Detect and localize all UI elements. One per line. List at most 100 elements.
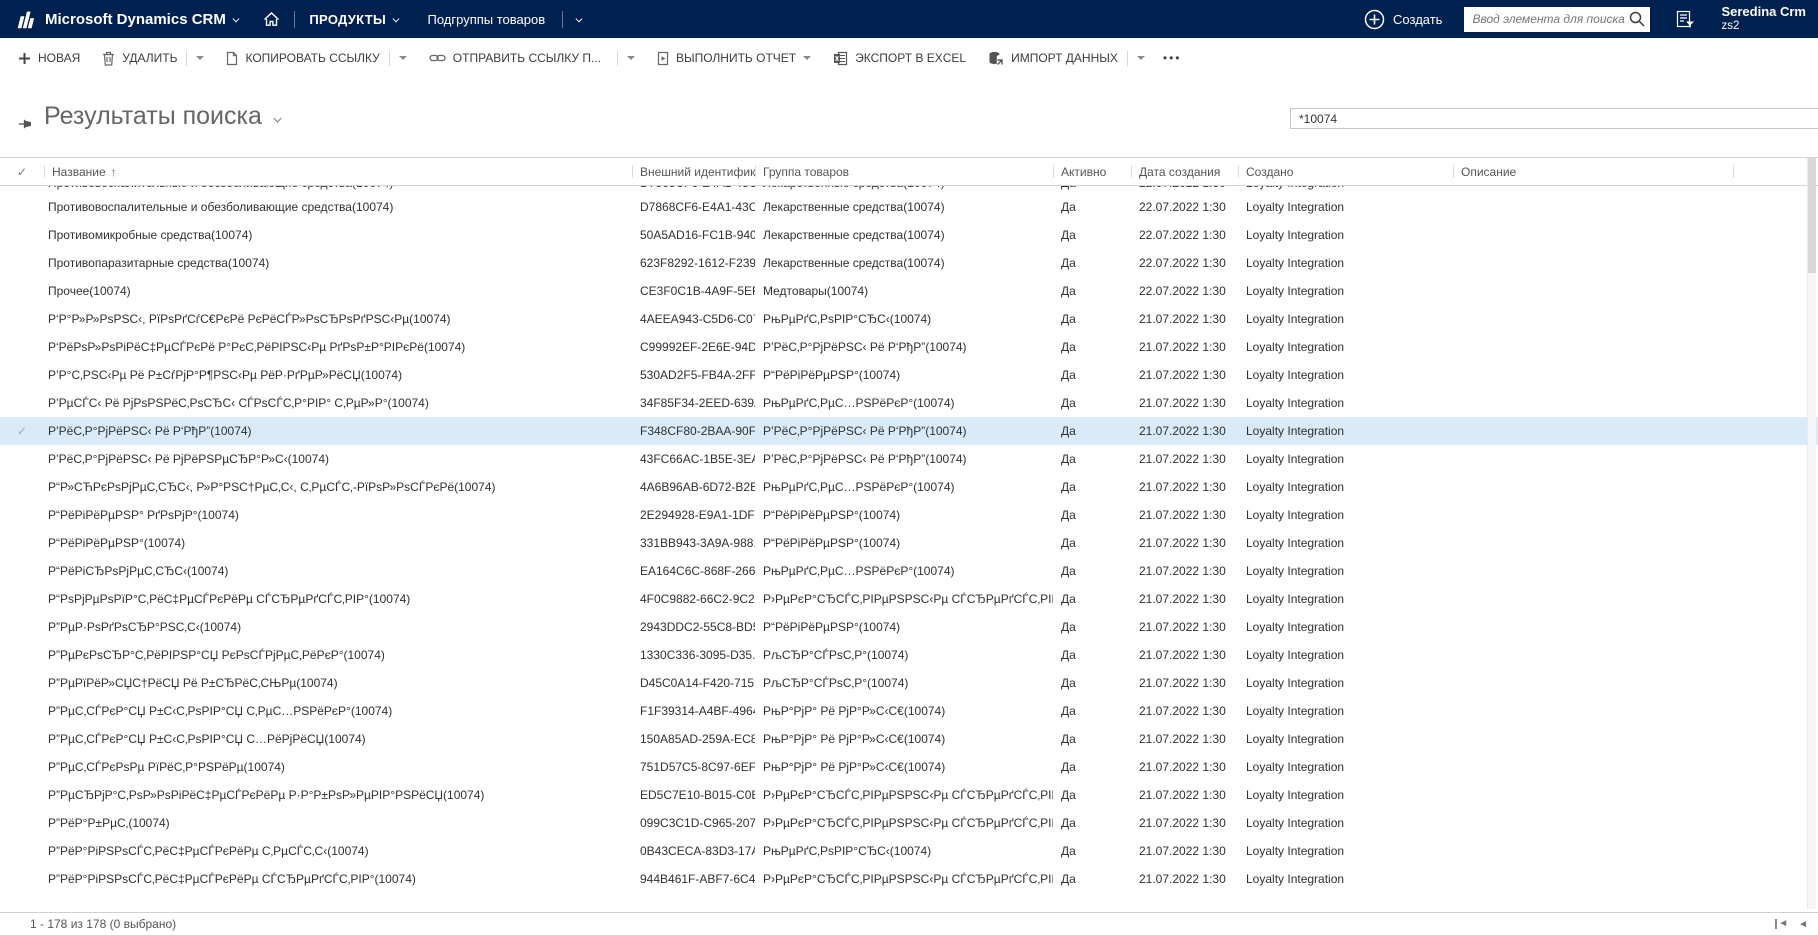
first-page-icon[interactable]: ◄	[1775, 919, 1788, 929]
table-row[interactable]: Р”РµРєРѕСЂР°С‚РёРІРЅР°СЏ РєРѕСЃРјРµС‚РёР…	[0, 641, 1818, 669]
table-row[interactable]: Р‘Р°Р»Р»РѕРЅС‹, РїРѕРґСѓС€РєРё РєРёСЃР»Р…	[0, 305, 1818, 333]
cell-active: Да	[1061, 396, 1076, 410]
copy-link-dropdown-caret[interactable]	[398, 56, 407, 60]
email-link-dropdown-caret[interactable]	[626, 56, 635, 60]
nav-breadcrumb-subgroups[interactable]: Подгруппы товаров	[428, 10, 583, 28]
table-row[interactable]: Р“РёРіРёРµРЅР°(10074) 331BB943-3A9A-988.…	[0, 529, 1818, 557]
table-row[interactable]: Р”РёР°Р±РµС‚(10074) 099C3C1D-C965-207...…	[0, 809, 1818, 837]
table-row[interactable]: Р”РµС‚СЃРєРѕРµ РїРёС‚Р°РЅРёРµ(10074) 751…	[0, 753, 1818, 781]
pin-icon[interactable]	[18, 117, 34, 131]
column-header-product-group[interactable]: Группа товаров	[755, 158, 1053, 185]
cell-product-group: РњР°РјР° Рё РјР°Р»С‹С€(10074)	[763, 732, 946, 746]
column-header-created-on[interactable]: Дата создания	[1131, 158, 1238, 185]
page-title: Результаты поиска	[44, 102, 262, 130]
breadcrumb-chevron-icon[interactable]	[575, 15, 583, 22]
table-row[interactable]: Р’Р°С‚РЅС‹Рµ Рё Р±СѓРјР°Р¶РЅС‹Рµ РёР·РґР…	[0, 361, 1818, 389]
export-excel-button[interactable]: ЭКСПОРТ В EXCEL	[833, 51, 966, 66]
search-icon[interactable]	[1628, 10, 1646, 28]
vertical-scrollbar[interactable]	[1807, 158, 1816, 909]
delete-button[interactable]: УДАЛИТЬ	[102, 51, 177, 66]
email-link-button[interactable]: ОТПРАВИТЬ ССЫЛКУ П...	[429, 51, 601, 65]
cell-name[interactable]: Р’РµСЃС‹ Рё РјРѕРЅРёС‚РѕСЂС‹ СЃРѕСЃС‚Р°Р…	[44, 396, 632, 410]
cell-name[interactable]: Р‘РёРѕР»РѕРіРёС‡РµСЃРєРё Р°РєС‚РёРІРЅС‹Р…	[44, 340, 632, 354]
run-report-button[interactable]: ВЫПОЛНИТЬ ОТЧЕТ	[657, 51, 812, 66]
view-selector[interactable]: Результаты поиска	[44, 102, 282, 131]
table-row[interactable]: Противовоспалительные и обезболивающие с…	[0, 193, 1818, 221]
export-excel-button-label: ЭКСПОРТ В EXCEL	[855, 51, 967, 65]
cell-created-by: Loyalty Integration	[1246, 480, 1345, 494]
table-row[interactable]: Р“Р»СЋРєРѕРјРµС‚СЂС‹, Р»Р°РЅС†РµС‚С‹, С‚…	[0, 473, 1818, 501]
cell-name[interactable]: Р”РёР°РіРЅРѕСЃС‚РёС‡РµСЃРєРёРµ СЃСЂРµРґС…	[44, 872, 632, 886]
table-row[interactable]: Прочее(10074) CE3F0C1B-4A9F-5EF8... Медт…	[0, 277, 1818, 305]
run-report-dropdown-caret[interactable]	[803, 56, 812, 60]
quick-filter-input[interactable]	[1290, 108, 1818, 129]
cell-created-on: 21.07.2022 1:30	[1139, 368, 1226, 382]
table-row[interactable]: Р”РёР°РіРЅРѕСЃС‚РёС‡РµСЃРєРёРµ С‚РµСЃС‚С…	[0, 837, 1818, 865]
cell-name[interactable]: Р“Р»СЋРєРѕРјРµС‚СЂС‹, Р»Р°РЅС†РµС‚С‹, С‚…	[44, 480, 632, 494]
cell-name[interactable]: Р”РµС‚СЃРєРѕРµ РїРёС‚Р°РЅРёРµ(10074)	[44, 760, 632, 774]
column-header-external-id[interactable]: Внешний идентифик...	[632, 158, 755, 185]
delete-dropdown-caret[interactable]	[196, 56, 205, 60]
cell-name[interactable]: Р”РёР°РіРЅРѕСЃС‚РёС‡РµСЃРєРёРµ С‚РµСЃС‚С…	[44, 844, 632, 858]
table-row[interactable]: Противовоспалительные и обезболивающие с…	[0, 186, 1818, 193]
cell-name[interactable]: Р‘Р°Р»Р»РѕРЅС‹, РїРѕРґСѓС€РєРё РєРёСЃР»Р…	[44, 312, 632, 326]
cell-name[interactable]: Р“РёРіСЂРѕРјРµС‚СЂС‹(10074)	[44, 564, 632, 578]
table-row[interactable]: Противомикробные средства(10074) 50A5AD1…	[0, 221, 1818, 249]
table-row[interactable]: Р”РµС‚СЃРєР°СЏ Р±С‹С‚РѕРІР°СЏ С…РёРјРёСЏ…	[0, 725, 1818, 753]
create-button[interactable]: Создать	[1364, 9, 1442, 30]
home-button[interactable]	[263, 11, 280, 27]
column-header-name[interactable]: Название ↑	[44, 158, 632, 185]
cell-product-group: Медтовары(10074)	[763, 284, 869, 298]
table-row[interactable]: Р’РёС‚Р°РјРёРЅС‹ Рё РјРёРЅРµСЂР°Р»С‹(100…	[0, 445, 1818, 473]
table-row[interactable]: Противопаразитарные средства(10074) 623F…	[0, 249, 1818, 277]
table-row[interactable]: Р“РёРіСЂРѕРјРµС‚СЂС‹(10074) EA164C6C-868…	[0, 557, 1818, 585]
user-menu[interactable]: Seredina Crm zs2	[1721, 4, 1806, 34]
cell-name[interactable]: Противовоспалительные и обезболивающие с…	[44, 186, 632, 190]
row-check[interactable]: ✓	[0, 424, 44, 438]
global-search-box[interactable]	[1464, 6, 1651, 32]
cell-name[interactable]: Противовоспалительные и обезболивающие с…	[44, 200, 632, 214]
nav-area-products[interactable]: ПРОДУКТЫ	[309, 12, 400, 27]
app-brand[interactable]: Microsoft Dynamics CRM	[14, 9, 240, 29]
cell-name[interactable]: Р“РёРіРёРµРЅР°(10074)	[44, 536, 632, 550]
cell-name[interactable]: Р“РѕРјРµРѕРїР°С‚РёС‡РµСЃРєРёРµ СЃСЂРµРґС…	[44, 592, 632, 606]
table-row[interactable]: Р”РёР°РіРЅРѕСЃС‚РёС‡РµСЃРєРёРµ СЃСЂРµРґС…	[0, 865, 1818, 893]
navbar-separator	[294, 10, 296, 28]
column-header-active[interactable]: Активно	[1053, 158, 1131, 185]
cell-name[interactable]: Противопаразитарные средства(10074)	[44, 256, 632, 270]
table-row[interactable]: Р“РѕРјРµРѕРїР°С‚РёС‡РµСЃРєРёРµ СЃСЂРµРґС…	[0, 585, 1818, 613]
table-row[interactable]: Р”РµСЂРјР°С‚РѕР»РѕРіРёС‡РµСЃРєРёРµ Р·Р°Р…	[0, 781, 1818, 809]
cell-name[interactable]: Р”РµС‚СЃРєР°СЏ Р±С‹С‚РѕРІР°СЏ С…РёРјРёСЏ…	[44, 732, 632, 746]
table-row[interactable]: Р“РёРіРёРµРЅР° РґРѕРјР°(10074) 2E294928-…	[0, 501, 1818, 529]
copy-link-button[interactable]: КОПИРОВАТЬ ССЫЛКУ	[226, 51, 380, 66]
previous-page-icon[interactable]: ◄	[1798, 919, 1808, 930]
cell-name[interactable]: Р”РµРєРѕСЂР°С‚РёРІРЅР°СЏ РєРѕСЃРјРµС‚РёР…	[44, 648, 632, 662]
cell-name[interactable]: Р”РёР°Р±РµС‚(10074)	[44, 816, 632, 830]
table-row[interactable]: Р”РµР·РѕРґРѕСЂР°РЅС‚С‹(10074) 2943DDC2-5…	[0, 613, 1818, 641]
cell-name[interactable]: Противомикробные средства(10074)	[44, 228, 632, 242]
table-row[interactable]: Р’РµСЃС‹ Рё РјРѕРЅРёС‚РѕСЂС‹ СЃРѕСЃС‚Р°Р…	[0, 389, 1818, 417]
cell-name[interactable]: Р“РёРіРёРµРЅР° РґРѕРјР°(10074)	[44, 508, 632, 522]
cell-name[interactable]: Прочее(10074)	[44, 284, 632, 298]
advanced-find-button[interactable]	[1676, 10, 1695, 29]
cell-name[interactable]: Р”РµСЂРјР°С‚РѕР»РѕРіРёС‡РµСЃРєРёРµ Р·Р°Р…	[44, 788, 632, 802]
global-search-input[interactable]	[1472, 12, 1629, 26]
cell-name[interactable]: Р”РµРїРёР»СЏС†РёСЏ Рё Р±СЂРёС‚СЊРµ(10074…	[44, 676, 632, 690]
import-data-button[interactable]: ИМПОРТ ДАННЫХ	[988, 51, 1118, 66]
scrollbar-thumb[interactable]	[1808, 158, 1816, 273]
table-row[interactable]: Р”РµС‚СЃРєР°СЏ Р±С‹С‚РѕРІР°СЏ С‚РµС…РЅРё…	[0, 697, 1818, 725]
cell-name[interactable]: Р’РёС‚Р°РјРёРЅС‹ Рё Р‘РђР”(10074)	[44, 424, 632, 438]
table-row[interactable]: Р”РµРїРёР»СЏС†РёСЏ Рё Р±СЂРёС‚СЊРµ(10074…	[0, 669, 1818, 697]
more-commands-button[interactable]: •••	[1163, 51, 1182, 65]
table-row[interactable]: Р‘РёРѕР»РѕРіРёС‡РµСЃРєРё Р°РєС‚РёРІРЅС‹Р…	[0, 333, 1818, 361]
column-header-description[interactable]: Описание	[1453, 158, 1733, 185]
import-data-dropdown-caret[interactable]	[1136, 56, 1145, 60]
new-button[interactable]: НОВАЯ	[18, 51, 80, 65]
select-all-checkbox[interactable]: ✓	[0, 158, 44, 185]
cell-name[interactable]: Р’Р°С‚РЅС‹Рµ Рё Р±СѓРјР°Р¶РЅС‹Рµ РёР·РґР…	[44, 368, 632, 382]
cell-name[interactable]: Р’РёС‚Р°РјРёРЅС‹ Рё РјРёРЅРµСЂР°Р»С‹(100…	[44, 452, 632, 466]
cell-name[interactable]: Р”РµР·РѕРґРѕСЂР°РЅС‚С‹(10074)	[44, 620, 632, 634]
cell-name[interactable]: Р”РµС‚СЃРєР°СЏ Р±С‹С‚РѕРІР°СЏ С‚РµС…РЅРё…	[44, 704, 632, 718]
column-header-created-by[interactable]: Создано	[1238, 158, 1453, 185]
table-row[interactable]: ✓ Р’РёС‚Р°РјРёРЅС‹ Рё Р‘РђР”(10074) F348…	[0, 417, 1818, 445]
